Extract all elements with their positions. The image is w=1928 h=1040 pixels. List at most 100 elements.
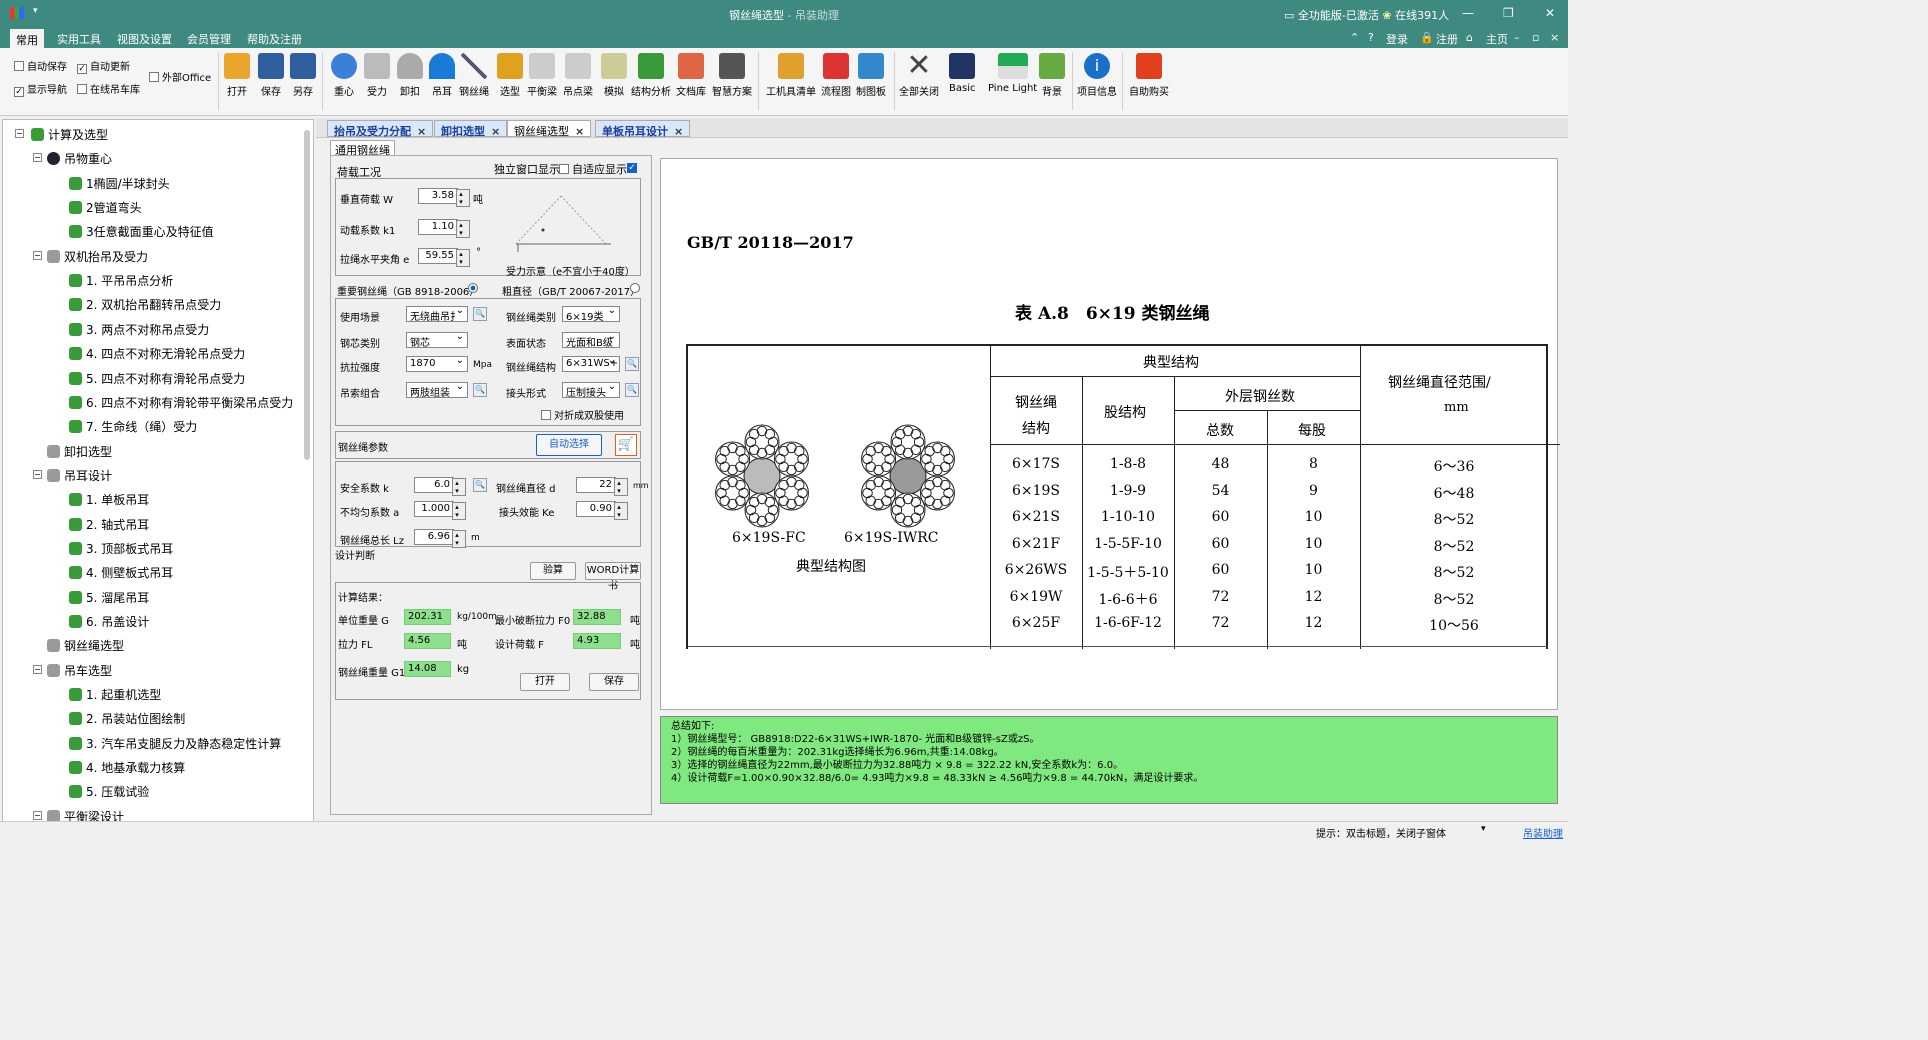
tree-item[interactable]: 2管道弯头 [69, 199, 142, 216]
tab-close-icon[interactable]: × [674, 125, 683, 138]
restore-button[interactable]: ❐ [1503, 6, 1514, 20]
smart-plan-button[interactable]: 智慧方案 [712, 53, 752, 98]
minimize-button[interactable]: — [1462, 6, 1474, 20]
tree-item[interactable]: 6. 四点不对称有滑轮带平衡梁吊点受力 [69, 394, 293, 411]
tree-item[interactable]: 2. 轴式吊耳 [69, 516, 149, 533]
fold-double-checkbox[interactable]: 对折成双股使用 [541, 407, 624, 422]
drawing-board-button[interactable]: 制图板 [856, 53, 886, 98]
auto-update-checkbox[interactable]: ✓ 自动更新 [77, 58, 130, 74]
tree-item[interactable]: 3任意截面重心及特征值 [69, 223, 214, 240]
tree-item[interactable]: 吊物重心 [47, 150, 112, 167]
tree-item[interactable]: 吊耳设计 [47, 467, 112, 484]
tree-item[interactable]: 3. 汽车吊支腿反力及静态稳定性计算 [69, 735, 281, 752]
theme-basic-button[interactable]: Basic [949, 53, 975, 94]
mdi-restore-icon[interactable]: ▫ [1532, 31, 1539, 44]
expand-toggle-icon[interactable]: − [33, 469, 42, 479]
mdi-minimize-icon[interactable]: – [1514, 31, 1520, 44]
chevron-down-icon[interactable]: ▾ [1481, 824, 1486, 834]
doctab-wire-rope[interactable]: 钢丝绳选型 × [507, 120, 592, 138]
rope-diameter-input[interactable]: 22 [576, 477, 628, 496]
tree-item[interactable]: 4. 地基承载力核算 [69, 759, 185, 776]
home-link[interactable]: 主页 [1486, 31, 1508, 47]
chevron-up-icon[interactable]: ⌃ [1350, 31, 1359, 44]
show-nav-checkbox[interactable]: ✓ 显示导航 [14, 81, 67, 97]
word-report-button[interactable]: WORD计算书 [585, 562, 641, 592]
uneven-factor-input[interactable]: 1.000 [414, 501, 466, 520]
structure-analysis-button[interactable]: 结构分析 [631, 53, 671, 98]
flowchart-button[interactable]: 流程图 [821, 53, 851, 98]
joint-efficiency-input[interactable]: 0.90 [576, 501, 628, 520]
expand-toggle-icon[interactable]: − [33, 153, 42, 163]
expand-toggle-icon[interactable]: − [15, 129, 24, 138]
adaptive-checkbox[interactable]: 自适应显示 [559, 161, 627, 177]
selection-button[interactable]: 选型 [497, 53, 523, 98]
save-as-button[interactable]: 另存 [290, 53, 316, 98]
tree-item[interactable]: 2. 双机抬吊翻转吊点受力 [69, 296, 221, 313]
search-icon[interactable]: 🔍 [625, 383, 639, 397]
doctab-shackle[interactable]: 卸扣选型 × [434, 120, 508, 138]
search-icon[interactable]: 🔍 [473, 307, 487, 321]
rope-category-select[interactable]: 6×19类 [562, 306, 620, 322]
tool-list-button[interactable]: 工机具清单 [766, 53, 816, 98]
tree-item[interactable]: 钢丝绳选型 [47, 637, 124, 654]
tab-close-icon[interactable]: × [491, 125, 500, 138]
tree-item[interactable]: 3. 两点不对称吊点受力 [69, 321, 209, 338]
tree-item[interactable]: 双机抬吊及受力 [47, 248, 148, 265]
tree-item[interactable]: 3. 顶部板式吊耳 [69, 540, 173, 557]
search-icon[interactable]: 🔍 [473, 478, 487, 492]
close-all-button[interactable]: ✕ 全部关闭 [899, 51, 939, 99]
tree-item[interactable]: 4. 四点不对称无滑轮吊点受力 [69, 345, 245, 362]
standard-gb8918-radio[interactable] [468, 283, 478, 293]
tree-item[interactable]: 卸扣选型 [47, 443, 112, 460]
tab-close-icon[interactable]: × [575, 125, 584, 138]
auto-save-checkbox[interactable]: 自动保存 [14, 58, 67, 73]
lift-point-beam-button[interactable]: 吊点梁 [563, 53, 593, 98]
strength-select[interactable]: 1870 [406, 356, 468, 372]
tree-item[interactable]: 1椭圆/半球封头 [69, 175, 170, 192]
search-icon[interactable]: 🔍 [625, 357, 639, 371]
tab-help-register[interactable]: 帮助及注册 [247, 31, 302, 47]
doc-library-button[interactable]: 文档库 [676, 53, 706, 98]
cart-icon[interactable]: 🛒 [615, 434, 637, 456]
auto-select-button[interactable]: 自动选择 [536, 434, 602, 456]
app-link[interactable]: 吊装助理 [1523, 825, 1563, 840]
mdi-close-icon[interactable]: × [1550, 31, 1559, 44]
force-button[interactable]: 受力 [364, 53, 390, 98]
safety-factor-input[interactable]: 6.0 [414, 477, 466, 496]
center-button[interactable]: 重心 [331, 53, 357, 98]
surface-select[interactable]: 光面和B级 [562, 332, 620, 348]
doctab-single-plate-lug[interactable]: 单板吊耳设计 × [595, 120, 691, 138]
register-link[interactable]: 注册 [1436, 31, 1458, 47]
tab-utilities[interactable]: 实用工具 [57, 31, 101, 47]
tree-item[interactable]: 1. 起重机选型 [69, 686, 161, 703]
project-info-button[interactable]: i 项目信息 [1077, 53, 1117, 98]
search-icon[interactable]: 🔍 [473, 383, 487, 397]
tree-item[interactable]: 计算及选型 [31, 126, 108, 143]
tree-item[interactable]: 1. 平吊吊点分析 [69, 272, 173, 289]
open-button[interactable]: 打开 [224, 53, 250, 98]
tree-item[interactable]: 6. 吊盖设计 [69, 613, 149, 630]
core-type-select[interactable]: 钢芯 [406, 332, 468, 348]
rope-angle-input[interactable]: 59.55 [418, 248, 470, 267]
standalone-checkbox[interactable]: ✓ [627, 161, 640, 173]
wire-rope-button[interactable]: 钢丝绳 [459, 53, 489, 98]
tree-item[interactable]: 1. 单板吊耳 [69, 491, 149, 508]
tree-item[interactable]: 5. 四点不对称有滑轮吊点受力 [69, 370, 245, 387]
theme-pine-light-button[interactable]: Pine Light [988, 53, 1037, 94]
close-button[interactable]: ✕ [1545, 6, 1555, 20]
expand-toggle-icon[interactable]: − [33, 664, 42, 674]
expand-toggle-icon[interactable]: − [33, 250, 42, 260]
tab-close-icon[interactable]: × [417, 125, 426, 138]
joint-type-select[interactable]: 压制接头 [562, 382, 620, 398]
tree-item[interactable]: 7. 生命线（绳）受力 [69, 418, 197, 435]
tab-view-settings[interactable]: 视图及设置 [117, 31, 172, 47]
sling-combo-select[interactable]: 两肢组装 [406, 382, 468, 398]
dynamic-factor-input[interactable]: 1.10 [418, 219, 470, 238]
lug-button[interactable]: 吊耳 [429, 53, 455, 98]
standard-gbt20067-radio[interactable] [630, 283, 640, 293]
use-scene-select[interactable]: 无绕曲吊扌 [406, 306, 468, 322]
shackle-button[interactable]: 卸扣 [397, 53, 423, 98]
tree-item[interactable]: 吊车选型 [47, 662, 112, 679]
save-button[interactable]: 保存 [258, 53, 284, 98]
tab-membership[interactable]: 会员管理 [187, 31, 231, 47]
